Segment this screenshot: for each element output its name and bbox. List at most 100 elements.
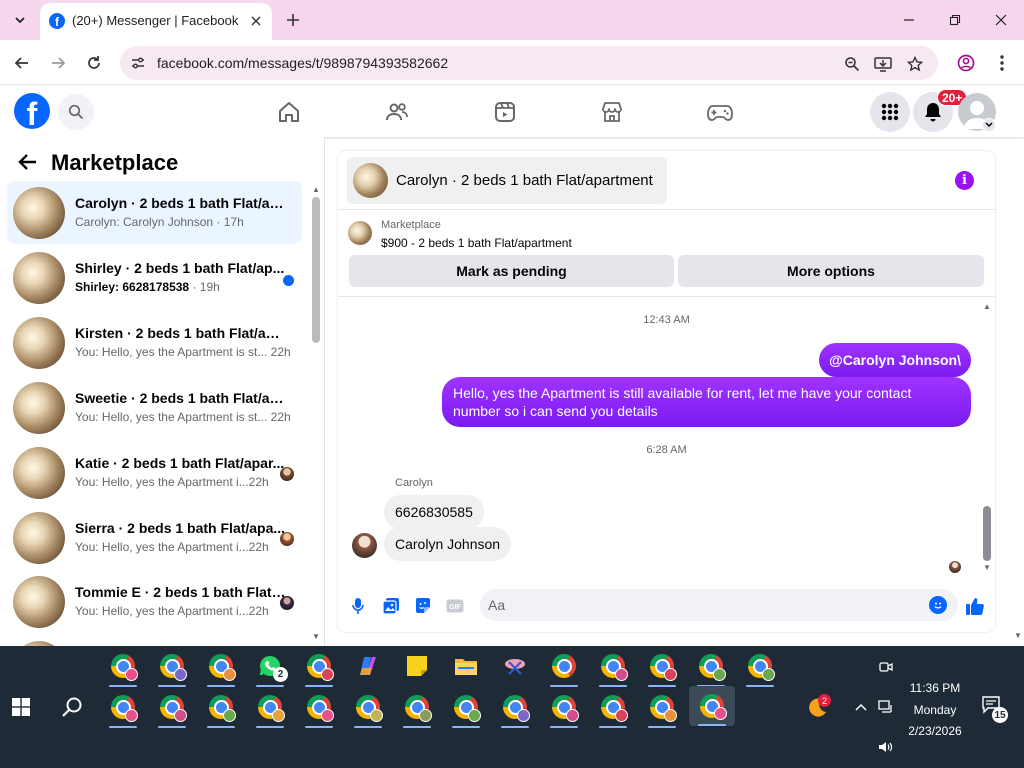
- reload-button[interactable]: [81, 50, 107, 76]
- facebook-search-button[interactable]: [58, 94, 94, 130]
- system-clock[interactable]: 11:36 PM Monday 2/23/2026: [880, 678, 990, 743]
- install-app-button[interactable]: [872, 53, 894, 75]
- taskbar-chrome-profile[interactable]: [204, 649, 238, 687]
- nav-gaming[interactable]: [706, 98, 734, 126]
- conversation-preview: You: Hello, yes the Apartment i...22h: [75, 475, 269, 489]
- browser-tab[interactable]: f (20+) Messenger | Facebook: [40, 3, 272, 40]
- nav-home[interactable]: [275, 98, 303, 126]
- taskbar-chrome-profile[interactable]: [400, 690, 434, 728]
- taskbar-chrome-active[interactable]: [689, 686, 735, 726]
- back-button[interactable]: [9, 50, 35, 76]
- incoming-message[interactable]: 6626830585: [384, 495, 484, 529]
- scroll-up-arrow[interactable]: ▲: [311, 185, 321, 194]
- messages-scrollbar[interactable]: [983, 506, 991, 561]
- taskbar-chrome-profile[interactable]: [694, 649, 728, 687]
- mark-as-pending-button[interactable]: Mark as pending: [349, 255, 674, 287]
- taskbar-chrome-profile[interactable]: [155, 649, 189, 687]
- send-like-button[interactable]: [964, 595, 986, 617]
- taskbar-chrome-profile[interactable]: [302, 649, 336, 687]
- taskbar-file-explorer[interactable]: [449, 649, 483, 683]
- sidebar-scrollbar[interactable]: [312, 197, 320, 343]
- message-input[interactable]: Aa: [480, 589, 958, 621]
- taskbar-chrome-profile[interactable]: [302, 690, 336, 728]
- listing-summary[interactable]: $900 - 2 beds 1 bath Flat/apartment: [381, 236, 572, 250]
- show-hidden-icons-button[interactable]: [847, 690, 875, 724]
- smiley-icon: [934, 602, 942, 609]
- outgoing-message[interactable]: @Carolyn Johnson\: [819, 343, 971, 377]
- profile-button[interactable]: [953, 50, 979, 76]
- conversation-item[interactable]: Sweetie · 2 beds 1 bath Flat/apa... You:…: [7, 376, 302, 439]
- taskbar-chrome-profile[interactable]: [106, 649, 140, 687]
- tab-close-button[interactable]: [246, 11, 266, 31]
- taskbar-sticky-notes[interactable]: [400, 649, 434, 683]
- tab-search-dropdown-button[interactable]: [8, 8, 32, 32]
- scroll-down-arrow[interactable]: ▼: [982, 563, 992, 572]
- page-scroll-down-arrow[interactable]: ▼: [1013, 631, 1023, 641]
- conversation-info-button[interactable]: i: [955, 171, 974, 190]
- conversation-item[interactable]: Katie · 2 beds 1 bath Flat/apar... You: …: [7, 441, 302, 504]
- conversation-item[interactable]: [7, 635, 302, 646]
- conversation-item[interactable]: Carolyn · 2 beds 1 bath Flat/apa... Caro…: [7, 181, 302, 244]
- close-window-button[interactable]: [987, 8, 1015, 32]
- taskbar-chrome-profile[interactable]: [106, 690, 140, 728]
- attach-media-button[interactable]: [381, 596, 401, 616]
- taskbar-chrome-profile[interactable]: [253, 690, 287, 728]
- taskbar-chrome-profile[interactable]: [547, 690, 581, 728]
- account-menu-chevron[interactable]: [982, 118, 996, 132]
- taskbar-chrome-profile[interactable]: [498, 690, 532, 728]
- taskbar-snipping-tool[interactable]: [498, 649, 532, 683]
- minimize-button[interactable]: [895, 8, 923, 32]
- listing-thumbnail: [348, 221, 372, 245]
- nav-friends[interactable]: [383, 98, 411, 126]
- taskbar-chrome-profile[interactable]: [743, 649, 777, 687]
- new-tab-button[interactable]: [282, 9, 304, 31]
- taskbar-whatsapp[interactable]: 2: [253, 649, 288, 687]
- taskbar-copilot[interactable]: [351, 649, 385, 683]
- voice-clip-button[interactable]: [348, 596, 368, 616]
- conversation-item[interactable]: Sierra · 2 beds 1 bath Flat/apa... You: …: [7, 506, 302, 569]
- restore-button[interactable]: [941, 8, 969, 32]
- chat-header-button[interactable]: Carolyn · 2 beds 1 bath Flat/apartment: [347, 157, 667, 204]
- outgoing-message[interactable]: Hello, yes the Apartment is still availa…: [442, 377, 971, 427]
- nav-marketplace[interactable]: [598, 98, 626, 126]
- taskbar-search-button[interactable]: [55, 690, 89, 724]
- taskbar-chrome-profile[interactable]: [596, 690, 630, 728]
- conversation-preview: You: Hello, yes the Apartment is st... 2…: [75, 345, 291, 359]
- conversation-item[interactable]: Kirsten · 2 beds 1 bath Flat/apar... You…: [7, 311, 302, 374]
- taskbar-chrome[interactable]: [547, 649, 581, 687]
- message-timestamp: 6:28 AM: [646, 444, 687, 456]
- taskbar-chrome-profile[interactable]: [155, 690, 189, 728]
- zoom-button[interactable]: [841, 53, 863, 75]
- nav-video[interactable]: [491, 98, 519, 126]
- taskbar-chrome-profile[interactable]: [449, 690, 483, 728]
- taskbar-chrome-profile[interactable]: [204, 690, 238, 728]
- gif-button[interactable]: GIF: [445, 596, 465, 616]
- scroll-down-arrow[interactable]: ▼: [311, 632, 321, 641]
- browser-menu-button[interactable]: [989, 50, 1015, 76]
- gif-icon: GIF: [446, 599, 464, 613]
- site-info-button[interactable]: [128, 53, 148, 73]
- taskbar-chrome-profile[interactable]: [645, 690, 679, 728]
- zoom-icon: [845, 57, 860, 72]
- sender-avatar[interactable]: [352, 533, 377, 558]
- back-to-inbox-button[interactable]: [18, 152, 40, 174]
- taskbar-chrome-profile[interactable]: [351, 690, 385, 728]
- start-button[interactable]: [4, 690, 38, 724]
- conversation-item[interactable]: Tommie E · 2 beds 1 bath Flat/... You: H…: [7, 570, 302, 633]
- more-options-button[interactable]: More options: [678, 255, 984, 287]
- address-bar[interactable]: facebook.com/messages/t/9898794393582662: [120, 46, 938, 80]
- weather-widget[interactable]: 2: [800, 690, 834, 724]
- conversation-item[interactable]: Shirley · 2 beds 1 bath Flat/ap... Shirl…: [7, 246, 302, 309]
- emoji-button[interactable]: [929, 596, 947, 614]
- facebook-logo-icon[interactable]: f: [14, 93, 50, 129]
- taskbar-chrome-profile[interactable]: [645, 649, 679, 687]
- menu-grid-button[interactable]: [870, 92, 910, 132]
- whatsapp-unread-badge: 2: [273, 667, 288, 682]
- url-text[interactable]: facebook.com/messages/t/9898794393582662: [157, 55, 448, 71]
- incoming-message[interactable]: Carolyn Johnson: [384, 527, 512, 561]
- forward-button[interactable]: [45, 50, 71, 76]
- taskbar-chrome-profile[interactable]: [596, 649, 630, 687]
- scroll-up-arrow[interactable]: ▲: [982, 302, 992, 311]
- bookmark-button[interactable]: [904, 53, 926, 75]
- sticker-button[interactable]: [413, 596, 433, 616]
